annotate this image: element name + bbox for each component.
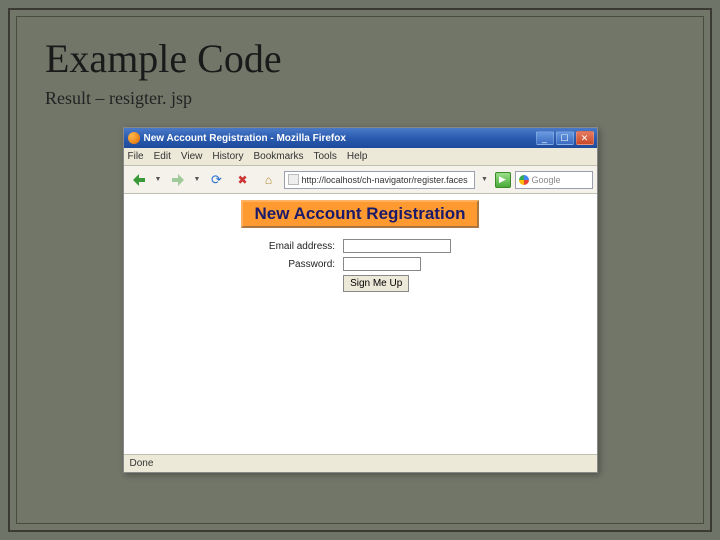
page-content: New Account Registration Email address: …	[124, 194, 597, 434]
search-placeholder: Google	[532, 175, 561, 185]
stop-button[interactable]: ✖	[232, 170, 254, 190]
toolbar: ▼ ▼ ⟳ ✖ ⌂ http://localhost/ch-navigator/…	[124, 166, 597, 194]
forward-dropdown[interactable]: ▼	[193, 170, 202, 190]
browser-window: New Account Registration - Mozilla Firef…	[123, 127, 598, 473]
status-bar: Done	[124, 454, 597, 472]
registration-form: Email address: Password: Sign Me Up	[264, 236, 456, 295]
slide-title: Example Code	[45, 35, 675, 82]
menu-bookmarks[interactable]: Bookmarks	[253, 151, 303, 162]
google-icon	[519, 175, 529, 185]
go-button[interactable]: ▶	[495, 172, 511, 188]
password-field[interactable]	[343, 257, 421, 271]
forward-button[interactable]	[167, 170, 189, 190]
back-button[interactable]	[128, 170, 150, 190]
address-bar[interactable]: http://localhost/ch-navigator/register.f…	[284, 171, 475, 189]
page-heading: New Account Registration	[241, 200, 480, 228]
status-text: Done	[130, 458, 154, 469]
menu-help[interactable]: Help	[347, 151, 368, 162]
maximize-button[interactable]: ☐	[556, 131, 574, 145]
email-label: Email address:	[266, 238, 338, 254]
close-button[interactable]: ✕	[576, 131, 594, 145]
menu-file[interactable]: File	[128, 151, 144, 162]
password-label: Password:	[266, 256, 338, 272]
search-box[interactable]: Google	[515, 171, 593, 189]
menu-bar: File Edit View History Bookmarks Tools H…	[124, 148, 597, 166]
url-text: http://localhost/ch-navigator/register.f…	[302, 175, 468, 185]
url-dropdown[interactable]: ▼	[479, 176, 491, 183]
menu-history[interactable]: History	[212, 151, 243, 162]
titlebar: New Account Registration - Mozilla Firef…	[124, 128, 597, 148]
menu-view[interactable]: View	[181, 151, 203, 162]
reload-button[interactable]: ⟳	[206, 170, 228, 190]
home-button[interactable]: ⌂	[258, 170, 280, 190]
menu-edit[interactable]: Edit	[154, 151, 171, 162]
email-field[interactable]	[343, 239, 451, 253]
firefox-icon	[128, 132, 140, 144]
back-dropdown[interactable]: ▼	[154, 170, 163, 190]
menu-tools[interactable]: Tools	[314, 151, 337, 162]
window-title: New Account Registration - Mozilla Firef…	[144, 133, 346, 144]
minimize-button[interactable]: _	[536, 131, 554, 145]
slide-subtitle: Result – resigter. jsp	[45, 88, 675, 109]
signup-button[interactable]: Sign Me Up	[343, 275, 409, 292]
page-icon	[288, 174, 299, 185]
